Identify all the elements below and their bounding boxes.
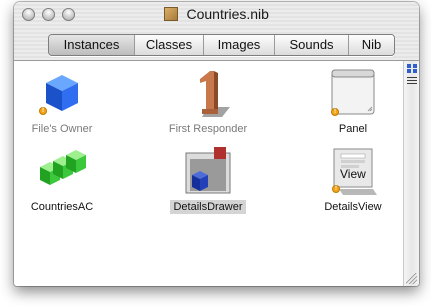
- tab-sounds[interactable]: Sounds: [274, 35, 348, 55]
- warning-badge-icon: !: [39, 107, 47, 115]
- icon-view-toggle-icon[interactable]: [407, 64, 417, 73]
- tab-classes[interactable]: Classes: [134, 35, 203, 55]
- tab-nib[interactable]: Nib: [348, 35, 394, 55]
- item-label: First Responder: [168, 123, 248, 135]
- tab-images[interactable]: Images: [203, 35, 274, 55]
- item-label: Panel: [338, 123, 368, 135]
- item-countries-ac[interactable]: CountriesAC: [14, 145, 117, 215]
- warning-badge-icon: !: [332, 185, 340, 193]
- vertical-scrollbar[interactable]: [403, 61, 419, 286]
- window-title: Countries.nib: [186, 6, 269, 22]
- list-view-toggle-icon[interactable]: [407, 77, 417, 86]
- item-panel[interactable]: ! Panel: [298, 67, 408, 137]
- item-first-responder[interactable]: First Responder: [153, 67, 263, 137]
- item-files-owner[interactable]: ! File's Owner: [14, 67, 117, 137]
- drawer-icon: [185, 147, 231, 194]
- view-tab-bar: Instances Classes Images Sounds Nib: [48, 34, 395, 56]
- nib-window: Countries.nib Instances Classes Images S…: [14, 2, 419, 286]
- nib-file-icon: [164, 7, 179, 21]
- item-label: DetailsView: [324, 201, 382, 213]
- item-label: CountriesAC: [30, 201, 94, 213]
- resize-grip-icon[interactable]: [406, 273, 417, 284]
- warning-badge-icon: !: [331, 108, 339, 116]
- number-one-icon: [200, 71, 230, 117]
- instances-pane: ! File's Owner First Responder ! Panel C…: [14, 61, 403, 286]
- item-details-drawer[interactable]: DetailsDrawer: [153, 145, 263, 215]
- tab-instances[interactable]: Instances: [49, 35, 134, 55]
- view-icon-text: View: [340, 167, 366, 181]
- item-details-view[interactable]: View ! DetailsView: [298, 145, 408, 215]
- array-controller-icon: [40, 150, 86, 185]
- item-label: File's Owner: [31, 123, 93, 135]
- title-bar[interactable]: Countries.nib Instances Classes Images S…: [14, 2, 419, 61]
- item-label: DetailsDrawer: [170, 200, 246, 214]
